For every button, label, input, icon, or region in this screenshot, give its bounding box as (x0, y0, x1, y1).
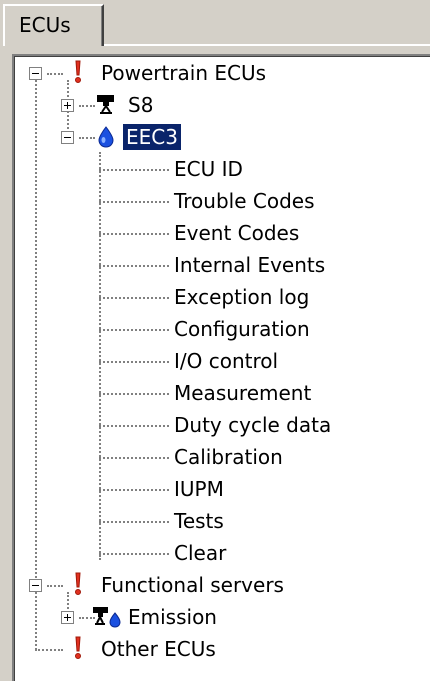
tab-ecus-label: ECUs (19, 13, 71, 37)
tree-line (99, 361, 169, 363)
tree-item-s8[interactable]: S8 (125, 92, 156, 118)
ecu-tree[interactable]: Powertrain ECUs S8 EEC3 ECU ID Trouble C… (12, 54, 430, 681)
tree-item-trouble-codes[interactable]: Trouble Codes (171, 188, 318, 214)
red-exclamation-ecu-icon (66, 572, 90, 596)
tree-line (99, 425, 169, 427)
tree-item-calibration[interactable]: Calibration (171, 444, 286, 470)
tree-item-emission[interactable]: Emission (125, 604, 220, 630)
expand-s8-button[interactable] (61, 99, 74, 112)
tree-item-eec3[interactable]: EEC3 (123, 124, 181, 150)
tree-line (99, 521, 169, 523)
tree-item-other-ecus[interactable]: Other ECUs (98, 636, 219, 662)
tree-line (99, 329, 169, 331)
tree-line (35, 649, 63, 651)
tree-item-duty-cycle-data[interactable]: Duty cycle data (171, 412, 334, 438)
tree-line (99, 553, 169, 555)
expand-emission-button[interactable] (61, 611, 74, 624)
collapse-eec3-button[interactable] (61, 131, 74, 144)
tree-item-exception-log[interactable]: Exception log (171, 284, 312, 310)
tree-item-ecu-id[interactable]: ECU ID (171, 156, 246, 182)
tree-item-iupm[interactable]: IUPM (171, 476, 227, 502)
tree-line (79, 137, 95, 139)
tree-item-configuration[interactable]: Configuration (171, 316, 313, 342)
collapse-functional-servers-button[interactable] (29, 579, 42, 592)
tree-item-tests[interactable]: Tests (171, 508, 227, 534)
tree-item-event-codes[interactable]: Event Codes (171, 220, 302, 246)
tree-line (99, 201, 169, 203)
tree-line (99, 265, 169, 267)
tab-panel: Powertrain ECUs S8 EEC3 ECU ID Trouble C… (4, 46, 430, 681)
tree-item-internal-events[interactable]: Internal Events (171, 252, 328, 278)
tree-line (47, 585, 63, 587)
tree-line (99, 489, 169, 491)
tab-ecus[interactable]: ECUs (3, 4, 104, 46)
tree-line (99, 152, 101, 560)
red-exclamation-ecu-icon (66, 60, 90, 84)
tree-item-functional-servers[interactable]: Functional servers (98, 572, 287, 598)
tree-line (99, 169, 169, 171)
black-connector-ecu-icon (94, 92, 118, 116)
tree-line (99, 297, 169, 299)
tree-line (35, 80, 37, 650)
blue-drop-ecu-icon (94, 124, 118, 148)
tree-item-powertrain-ecus[interactable]: Powertrain ECUs (98, 60, 269, 86)
tree-line (99, 457, 169, 459)
tree-item-clear[interactable]: Clear (171, 540, 229, 566)
tab-bar: ECUs (0, 0, 430, 46)
collapse-powertrain-button[interactable] (29, 67, 42, 80)
tree-item-measurement[interactable]: Measurement (171, 380, 314, 406)
tree-item-io-control[interactable]: I/O control (171, 348, 281, 374)
connector-drop-ecu-icon (92, 604, 122, 628)
tree-line (99, 233, 169, 235)
tree-line (79, 105, 95, 107)
red-exclamation-ecu-icon (66, 636, 90, 660)
tree-line (47, 73, 63, 75)
tree-line (99, 393, 169, 395)
